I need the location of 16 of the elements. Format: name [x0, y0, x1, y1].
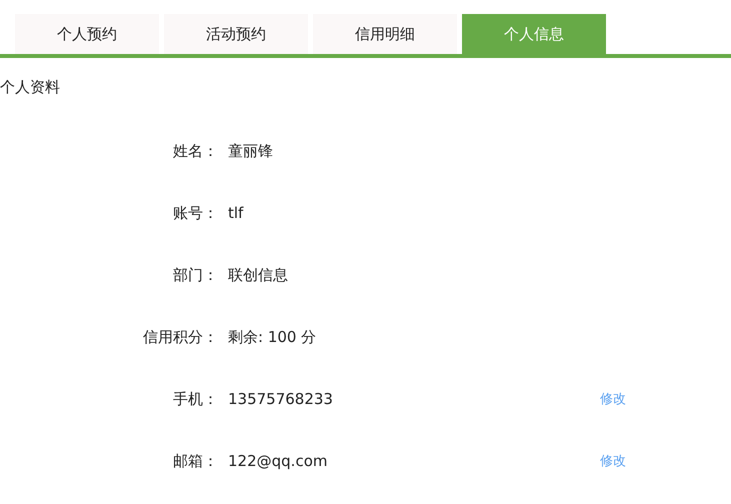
field-value: 联创信息 [227, 266, 289, 284]
field-value: 122@qq.com [227, 452, 328, 470]
field-value: tlf [227, 204, 244, 222]
field-value: 剩余: 100 分 [227, 328, 318, 346]
field-label: 姓名： [172, 142, 218, 160]
field-label: 账号： [172, 204, 218, 222]
tab[interactable]: 信用明细 [313, 14, 457, 54]
field-value: 13575768233 [227, 390, 334, 408]
field-label: 部门： [172, 266, 218, 284]
field-label: 手机： [172, 390, 218, 408]
field-value: 童丽锋 [227, 142, 274, 160]
section-title: 个人资料 [0, 77, 61, 98]
tab[interactable]: 活动预约 [164, 14, 308, 54]
tab[interactable]: 个人预约 [15, 14, 159, 54]
field-label: 邮箱： [172, 452, 218, 470]
field-label: 信用积分： [142, 328, 218, 346]
